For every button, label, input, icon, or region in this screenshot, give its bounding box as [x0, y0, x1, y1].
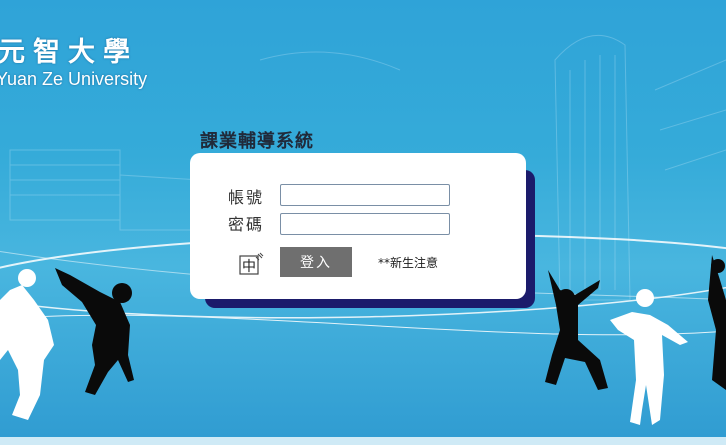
account-label: 帳號: [228, 188, 265, 207]
page-title: 課業輔導系統: [200, 131, 314, 152]
university-logo-english: Yuan Ze University: [0, 69, 148, 89]
password-label: 密碼: [228, 215, 265, 234]
university-logo-chinese: 元智大學: [0, 37, 138, 68]
login-button[interactable]: 登入: [280, 247, 352, 277]
svg-text:中: 中: [242, 259, 256, 275]
chinese-input-icon[interactable]: 中: [239, 252, 265, 278]
new-student-notice-link[interactable]: **新生注意: [378, 254, 438, 271]
login-page: 元智大學 Yuan Ze University 課業輔導系統 帳號 密碼 中 登…: [0, 0, 726, 445]
account-input[interactable]: [280, 184, 450, 206]
login-form: 帳號 密碼 中 登入 **新生注意: [190, 153, 526, 299]
bottom-strip: [0, 437, 726, 445]
password-input[interactable]: [280, 213, 450, 235]
